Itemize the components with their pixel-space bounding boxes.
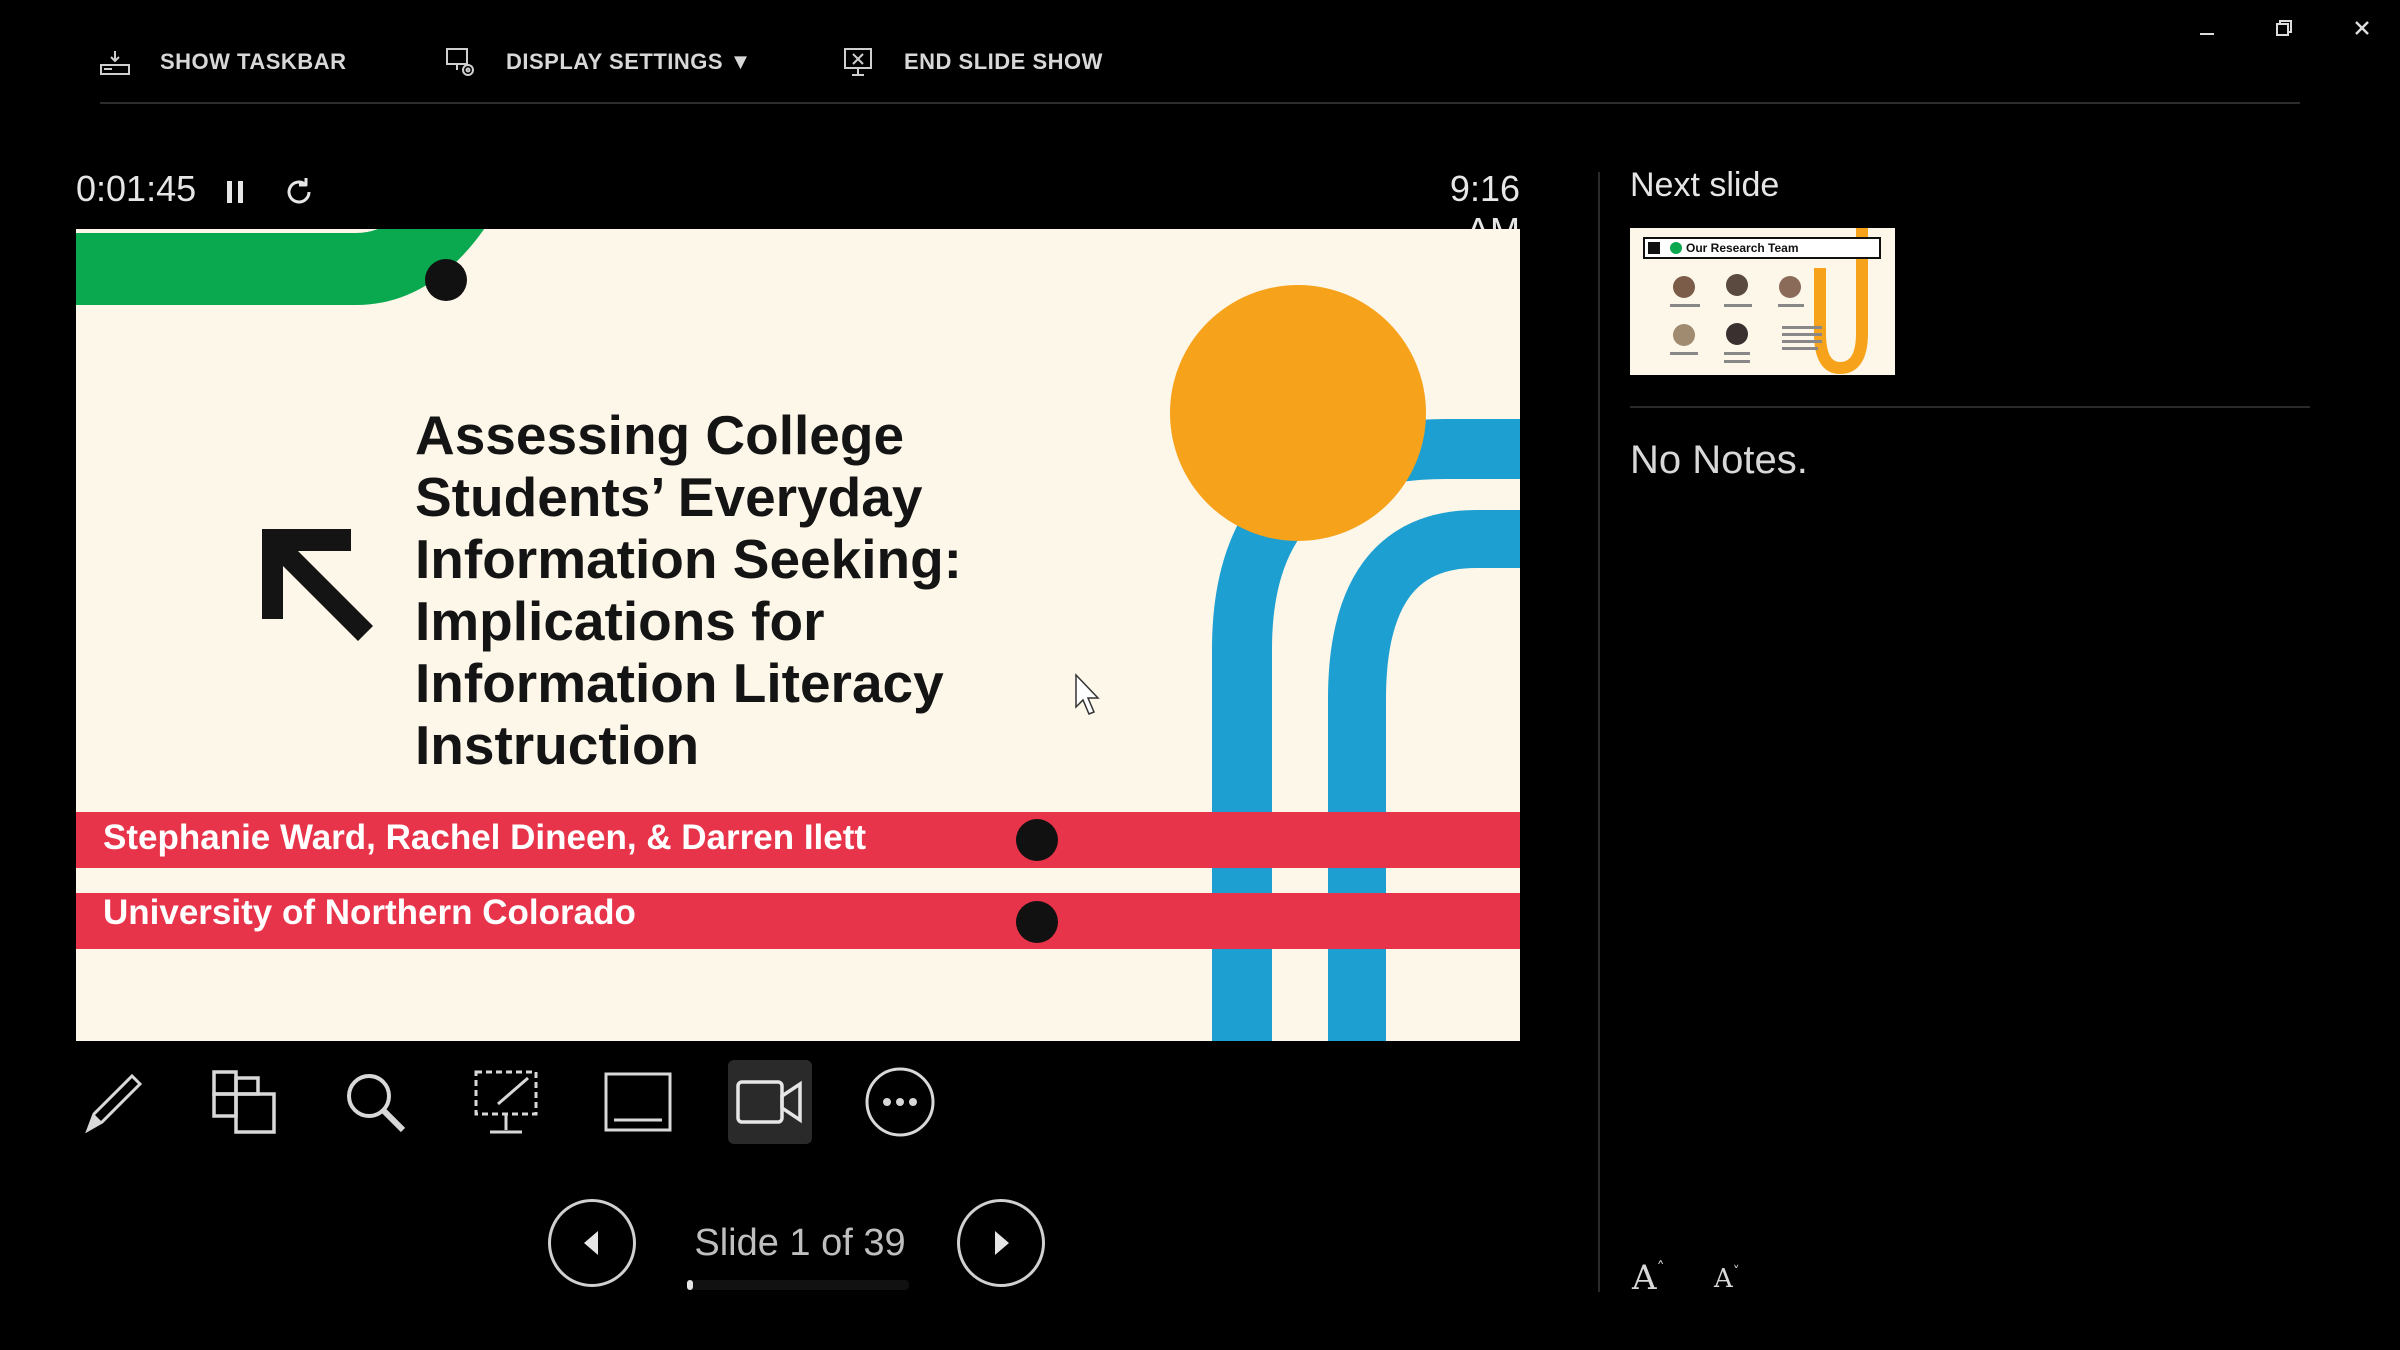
institution-band: University of Northern Colorado [76,893,1520,949]
camera-icon [736,1080,802,1124]
pen-icon [85,1073,143,1134]
next-slide-label: Next slide [1630,166,1780,204]
slide-progress-fill [687,1280,693,1290]
next-icon [995,1231,1009,1255]
display-settings-button[interactable]: DISPLAY SETTINGS ▼ [444,40,752,84]
notes-divider [1630,406,2310,408]
laser-pointer-button[interactable] [464,1060,548,1144]
slide-title: Assessing College Students’ Everyday Inf… [415,404,962,776]
panel-divider [1598,172,1600,1292]
restore-icon [2276,20,2292,36]
restart-timer-button[interactable] [279,172,319,212]
slide-authors: Stephanie Ward, Rachel Dineen, & Darren … [103,818,867,857]
end-show-icon [844,48,872,76]
elapsed-timer: 0:01:45 [76,168,197,209]
green-arc-shape [76,229,485,305]
pointer-laser-icon [474,1070,538,1134]
subtitles-button[interactable] [596,1060,680,1144]
slide-progress-track [687,1280,909,1290]
decrease-font-icon: ˅ [1732,1264,1740,1280]
previous-slide-button[interactable] [548,1199,636,1287]
pause-icon [227,181,243,203]
show-taskbar-label: SHOW TASKBAR [160,49,347,74]
authors-band: Stephanie Ward, Rachel Dineen, & Darren … [76,812,1520,868]
blue-arch-inner [1328,510,1520,1041]
minimize-button[interactable] [2185,10,2229,46]
pause-timer-button[interactable] [215,172,255,212]
end-slide-show-button[interactable]: END SLIDE SHOW [842,40,1103,84]
increase-font-button[interactable]: A˄ [1632,1258,1665,1298]
slide-counter: Slide 1 of 39 [694,1222,906,1264]
camera-toggle-button[interactable] [728,1060,812,1144]
institution-band-dot [1016,901,1058,943]
authors-band-dot [1016,819,1058,861]
zoom-icon [347,1074,406,1133]
orange-circle [1170,285,1426,541]
display-settings-icon [446,48,474,76]
previous-icon [584,1231,598,1255]
speaker-notes: No Notes. [1630,438,1808,482]
see-all-slides-icon [212,1070,276,1134]
decrease-font-label: A [1714,1264,1733,1294]
show-taskbar-button[interactable]: SHOW TASKBAR [98,40,346,84]
green-arc-dot [425,259,467,301]
close-icon [2355,21,2369,35]
more-options-icon [865,1067,935,1137]
minimize-icon [2200,33,2214,35]
display-settings-label: DISPLAY SETTINGS ▼ [506,49,752,74]
pen-tool-button[interactable] [72,1060,156,1144]
taskbar-icon [100,51,130,75]
more-options-button[interactable] [858,1060,942,1144]
end-slide-show-label: END SLIDE SHOW [904,49,1103,74]
increase-font-icon: ˄ [1656,1258,1665,1277]
toolbar-divider [100,102,2300,104]
restart-icon [287,178,311,204]
close-button[interactable] [2340,10,2384,46]
zoom-button[interactable] [333,1060,417,1144]
subtitles-icon [604,1072,672,1132]
see-all-slides-button[interactable] [202,1060,286,1144]
next-slide-thumbnail[interactable]: Our Research Team [1630,228,1895,375]
current-slide[interactable]: Assessing College Students’ Everyday Inf… [76,229,1520,1041]
slide-institution: University of Northern Colorado [103,893,636,932]
increase-font-label: A [1632,1258,1657,1298]
restore-button[interactable] [2262,10,2306,46]
arrow-icon [262,529,373,641]
thumbnail-title: Our Research Team [1686,241,1799,255]
next-slide-button[interactable] [957,1199,1045,1287]
decrease-font-button[interactable]: A˅ [1714,1264,1740,1294]
